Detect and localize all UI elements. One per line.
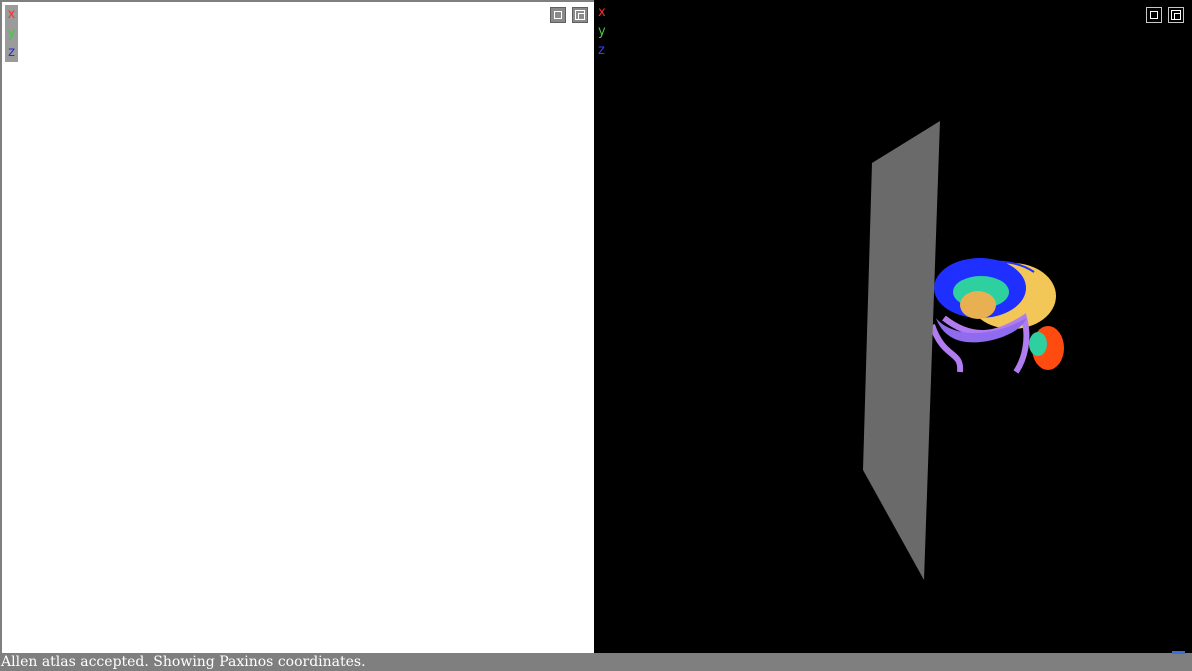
maximize-icon — [554, 11, 562, 19]
maximize-view-button[interactable] — [550, 7, 566, 23]
axis-z-label: z — [8, 45, 15, 60]
restore-view-button[interactable] — [572, 7, 588, 23]
slice-plane[interactable] — [863, 121, 940, 580]
axis-legend: x y z — [5, 5, 18, 62]
maximize-view-button[interactable] — [1146, 7, 1162, 23]
3d-scene[interactable] — [594, 0, 1192, 653]
axis-x-label: x — [7, 7, 16, 22]
restore-view-button[interactable] — [1168, 7, 1184, 23]
restore-icon — [575, 10, 585, 20]
brain-model — [929, 258, 1064, 374]
brain-region-core — [960, 291, 996, 319]
restore-icon — [1171, 10, 1181, 20]
status-bar: Allen atlas accepted. Showing Paxinos co… — [0, 653, 1192, 671]
axis-y-label: y — [7, 26, 16, 41]
slice-view-panel[interactable]: x y z — [2, 2, 594, 653]
brain-region-teal — [1029, 332, 1047, 356]
3d-view-panel[interactable]: x y z — [594, 0, 1192, 653]
maximize-icon — [1150, 11, 1158, 19]
resize-grip[interactable] — [1172, 651, 1185, 654]
